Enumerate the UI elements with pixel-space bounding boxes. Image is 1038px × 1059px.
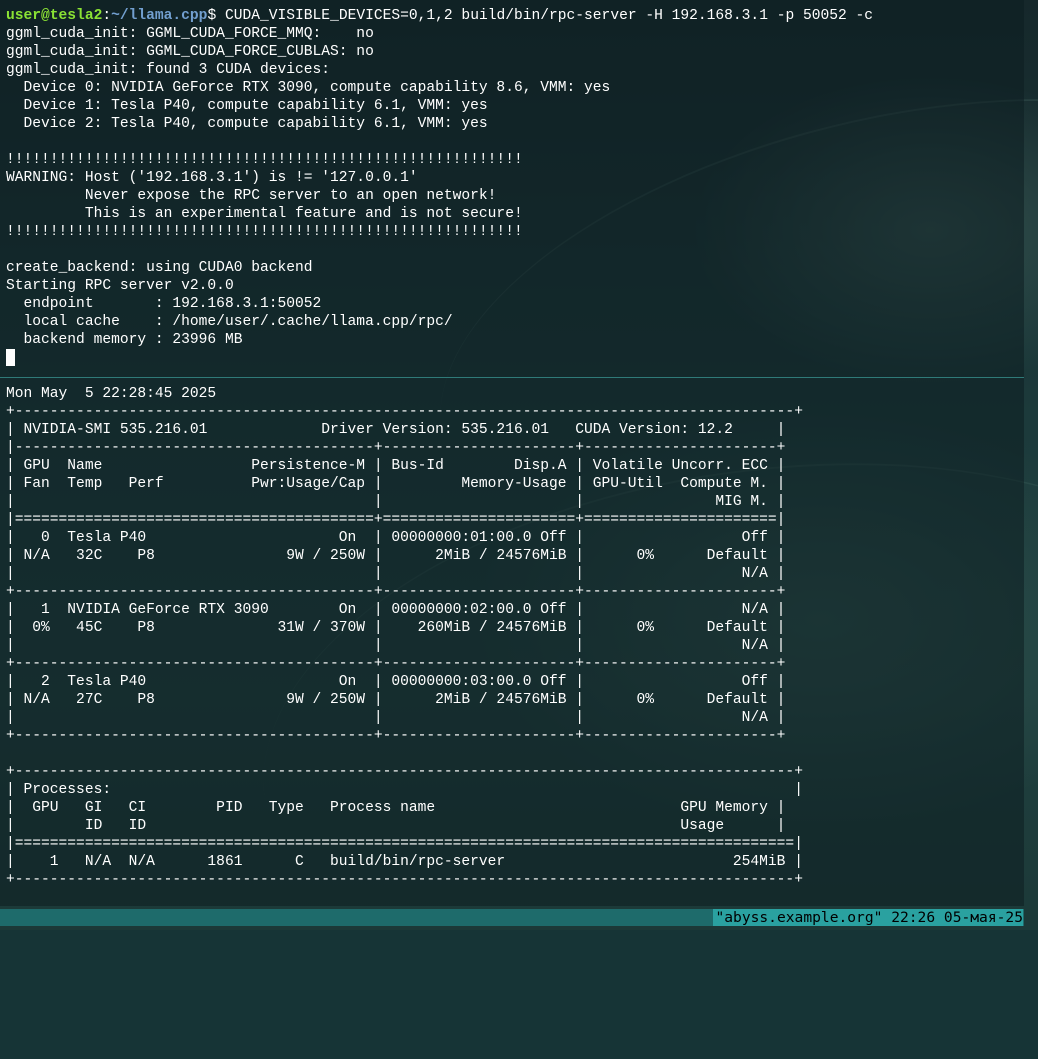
output-line: endpoint : 192.168.3.1:50052 [6, 296, 322, 312]
prompt-symbol: $ [207, 8, 217, 24]
terminal-pane-rpc-server[interactable]: user@tesla2:~/llama.cpp$ CUDA_VISIBLE_DE… [6, 7, 1024, 367]
prompt-cwd: ~/llama.cpp [111, 8, 208, 24]
smi-column-header: | GPU Name Persistence-M | Bus-Id Disp.A… [6, 458, 786, 474]
terminal-window[interactable]: user@tesla2:~/llama.cpp$ CUDA_VISIBLE_DE… [0, 0, 1024, 926]
smi-header-versions: | NVIDIA-SMI 535.216.01 Driver Version: … [6, 422, 786, 438]
smi-gpu-row: | 2 Tesla P40 On | 00000000:03:00.0 Off … [6, 674, 786, 690]
smi-line: +---------------------------------------… [6, 584, 786, 600]
prompt-separator: : [102, 8, 112, 24]
smi-gpu-row: | | | N/A | [6, 710, 786, 726]
prompt-command: CUDA_VISIBLE_DEVICES=0,1,2 build/bin/rpc… [216, 8, 874, 24]
terminal-cursor [6, 349, 15, 366]
smi-processes-header: | ID ID Usage | [6, 818, 786, 834]
smi-gpu-row: | 0% 45C P8 31W / 370W | 260MiB / 24576M… [6, 620, 786, 636]
smi-gpu-row: | 0 Tesla P40 On | 00000000:01:00.0 Off … [6, 530, 786, 546]
output-line: Device 2: Tesla P40, compute capability … [6, 116, 488, 132]
smi-line: +---------------------------------------… [6, 656, 786, 672]
output-line: Device 1: Tesla P40, compute capability … [6, 98, 488, 114]
prompt-user-host: user@tesla2 [6, 8, 103, 24]
warning-line: This is an experimental feature and is n… [6, 206, 523, 222]
output-line: ggml_cuda_init: GGML_CUDA_FORCE_MMQ: no [6, 26, 374, 42]
output-line: local cache : /home/user/.cache/llama.cp… [6, 314, 453, 330]
smi-timestamp: Mon May 5 22:28:45 2025 [6, 386, 217, 402]
shell-prompt-line: user@tesla2:~/llama.cpp$ CUDA_VISIBLE_DE… [6, 7, 1024, 25]
warning-line: Never expose the RPC server to an open n… [6, 188, 497, 204]
cursor-line [6, 349, 1024, 367]
output-line: backend memory : 23996 MB [6, 332, 243, 348]
smi-line: |=======================================… [6, 836, 803, 852]
tmux-status-bar: "abyss.example.org" 22:26 05-мая-25 [0, 909, 1024, 926]
smi-gpu-row: | 1 NVIDIA GeForce RTX 3090 On | 0000000… [6, 602, 786, 618]
output-line: ggml_cuda_init: found 3 CUDA devices: [6, 62, 331, 78]
smi-line [6, 745, 1024, 763]
output-line: create_backend: using CUDA0 backend [6, 260, 313, 276]
smi-line: |=======================================… [6, 512, 786, 528]
smi-gpu-row: | N/A 32C P8 9W / 250W | 2MiB / 24576MiB… [6, 548, 786, 564]
smi-line: |---------------------------------------… [6, 440, 786, 456]
warning-banner-line: !!!!!!!!!!!!!!!!!!!!!!!!!!!!!!!!!!!!!!!!… [6, 152, 523, 168]
smi-line: +---------------------------------------… [6, 404, 803, 420]
terminal-pane-nvidia-smi[interactable]: Mon May 5 22:28:45 2025 +----------------… [6, 385, 1024, 889]
output-line: Starting RPC server v2.0.0 [6, 278, 234, 294]
smi-processes-title: | Processes: | [6, 782, 803, 798]
smi-process-row: | 1 N/A N/A 1861 C build/bin/rpc-server … [6, 854, 803, 870]
output-line: ggml_cuda_init: GGML_CUDA_FORCE_CUBLAS: … [6, 44, 374, 60]
pane-divider[interactable] [0, 377, 1024, 378]
smi-processes-header: | GPU GI CI PID Type Process name GPU Me… [6, 800, 786, 816]
smi-line: +---------------------------------------… [6, 764, 803, 780]
smi-gpu-row: | N/A 27C P8 9W / 250W | 2MiB / 24576MiB… [6, 692, 786, 708]
smi-column-header: | | | MIG M. | [6, 494, 786, 510]
status-host-clock: "abyss.example.org" 22:26 05-мая-25 [713, 909, 1023, 926]
smi-gpu-row: | | | N/A | [6, 638, 786, 654]
warning-line: WARNING: Host ('192.168.3.1') is != '127… [6, 170, 418, 186]
smi-column-header: | Fan Temp Perf Pwr:Usage/Cap | Memory-U… [6, 476, 786, 492]
smi-gpu-row: | | | N/A | [6, 566, 786, 582]
smi-line: +---------------------------------------… [6, 872, 803, 888]
smi-line: +---------------------------------------… [6, 728, 786, 744]
output-line: Device 0: NVIDIA GeForce RTX 3090, compu… [6, 80, 611, 96]
warning-banner-line: !!!!!!!!!!!!!!!!!!!!!!!!!!!!!!!!!!!!!!!!… [6, 224, 523, 240]
